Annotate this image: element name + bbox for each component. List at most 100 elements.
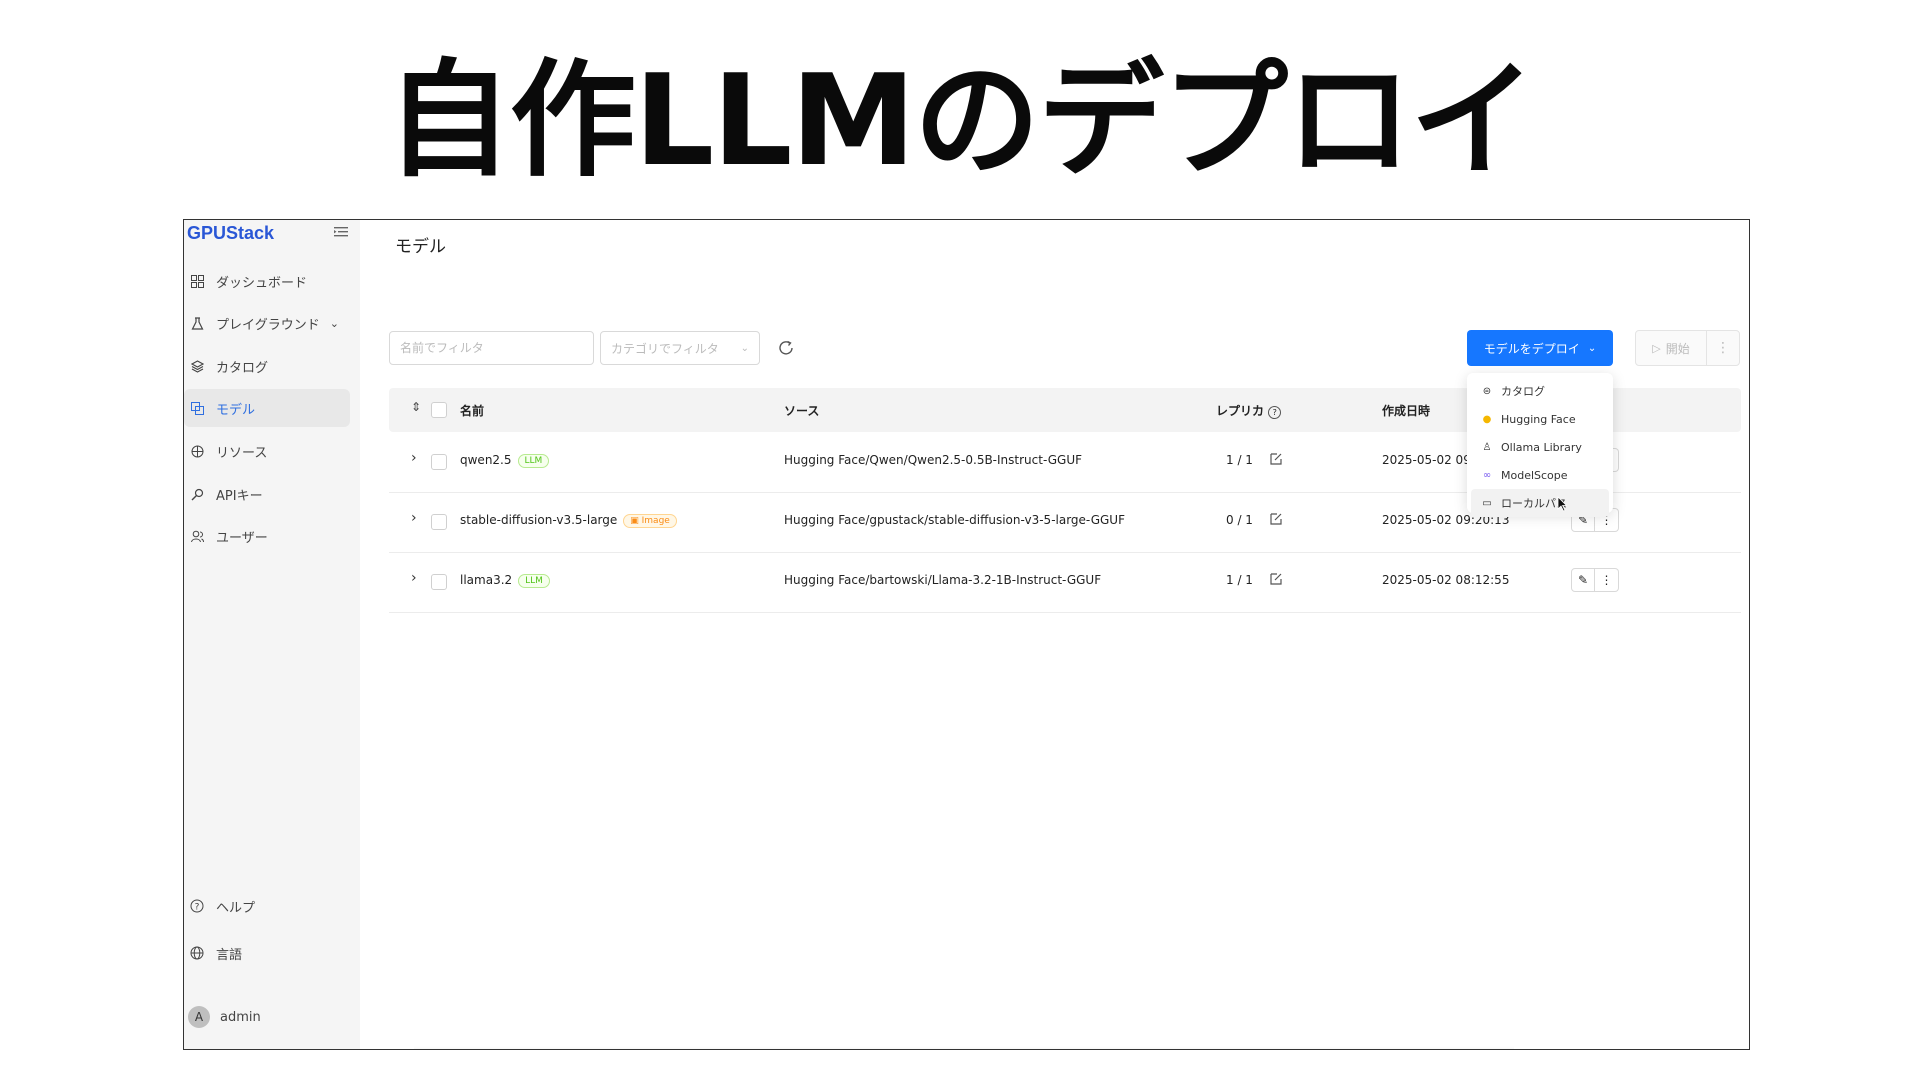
sort-icon[interactable]: ⇕: [411, 400, 421, 414]
model-type-label: Image: [641, 515, 670, 526]
chevron-down-icon: ⌄: [329, 316, 339, 330]
user-name: admin: [220, 1009, 261, 1025]
model-type-tag: ▣ Image: [623, 513, 677, 528]
table-row[interactable]: › llama3.2 LLM Hugging Face/bartowski/Lla…: [389, 552, 1741, 613]
collapse-sidebar-icon[interactable]: [334, 226, 348, 238]
menu-item-catalog[interactable]: ⊜ カタログ: [1471, 377, 1609, 405]
column-header-replicas[interactable]: レプリカ ?: [1216, 402, 1282, 419]
sidebar-item-catalog[interactable]: カタログ: [184, 347, 350, 385]
name-filter-input[interactable]: [389, 331, 594, 365]
menu-item-local-path[interactable]: ▭ ローカルパス: [1471, 489, 1609, 517]
deploy-model-button[interactable]: モデルをデプロイ ⌄: [1467, 330, 1613, 366]
model-name-cell: qwen2.5 LLM: [460, 453, 550, 468]
model-icon: [188, 399, 206, 417]
sidebar-item-label: ヘルプ: [216, 900, 256, 916]
sidebar-item-label: 言語: [216, 947, 243, 963]
replica-count: 1 / 1: [1226, 573, 1253, 587]
info-icon: ?: [1268, 406, 1282, 419]
deploy-model-label: モデルをデプロイ: [1483, 341, 1580, 356]
model-name: llama3.2: [460, 573, 513, 587]
chevron-down-icon: ⌄: [1587, 342, 1597, 354]
select-all-checkbox[interactable]: [431, 402, 447, 418]
model-name-cell: stable-diffusion-v3.5-large ▣ Image: [460, 513, 677, 528]
row-checkbox[interactable]: [431, 514, 447, 530]
model-source: Hugging Face/Qwen/Qwen2.5-0.5B-Instruct-…: [784, 453, 1083, 467]
edit-icon: ✎: [1577, 573, 1589, 587]
model-type-tag: LLM: [517, 453, 550, 468]
model-type-tag: LLM: [518, 573, 550, 588]
start-label: 開始: [1665, 341, 1690, 356]
row-checkbox[interactable]: [431, 574, 447, 590]
modelscope-icon: ∞: [1482, 469, 1492, 481]
sidebar-item-playground[interactable]: プレイグラウンド ⌄: [184, 304, 350, 342]
menu-item-label: カタログ: [1501, 385, 1545, 398]
column-header-source[interactable]: ソース: [784, 402, 819, 419]
replica-count: 0 / 1: [1226, 513, 1253, 527]
sidebar-item-help[interactable]: ? ヘルプ: [184, 887, 350, 925]
start-button[interactable]: ▷ 開始: [1635, 330, 1707, 366]
help-icon: ?: [188, 897, 206, 915]
sidebar-item-label: APIキー: [216, 488, 263, 504]
sidebar-item-label: モデル: [216, 402, 256, 418]
catalog-icon: ⊜: [1482, 385, 1492, 397]
expand-row-icon[interactable]: ›: [411, 570, 417, 586]
expand-row-icon[interactable]: ›: [411, 450, 417, 466]
more-actions-button[interactable]: ⋮: [1706, 330, 1740, 366]
users-icon: [188, 527, 206, 545]
menu-item-label: Ollama Library: [1501, 440, 1582, 454]
edit-replicas-icon[interactable]: [1269, 512, 1283, 526]
category-filter-placeholder: カテゴリでフィルタ: [611, 341, 719, 356]
edit-replicas-icon[interactable]: [1269, 572, 1283, 586]
menu-item-ollama-library[interactable]: ♙ Ollama Library: [1471, 433, 1609, 461]
column-header-name[interactable]: 名前: [460, 402, 484, 419]
sidebar-item-label: ダッシュボード: [216, 275, 308, 291]
menu-item-modelscope[interactable]: ∞ ModelScope: [1471, 461, 1609, 489]
model-source: Hugging Face/bartowski/Llama-3.2-1B-Inst…: [784, 573, 1102, 587]
sidebar-item-users[interactable]: ユーザー: [184, 517, 350, 555]
more-vertical-icon: ⋮: [1600, 573, 1613, 587]
scroll-shadow: [414, 1046, 1514, 1049]
logo-text: GPUStack: [187, 223, 275, 243]
app-logo[interactable]: GPUStack: [187, 223, 274, 244]
model-source: Hugging Face/gpustack/stable-diffusion-v…: [784, 513, 1125, 527]
menu-item-hugging-face[interactable]: ● Hugging Face: [1471, 405, 1609, 433]
more-button[interactable]: ⋮: [1595, 568, 1619, 592]
play-icon: ▷: [1652, 341, 1661, 355]
huggingface-icon: ●: [1482, 413, 1492, 425]
sidebar-item-dashboard[interactable]: ダッシュボード: [184, 262, 350, 300]
sidebar-item-language[interactable]: 言語: [184, 934, 350, 972]
flask-icon: [188, 314, 206, 332]
resource-icon: [188, 442, 206, 460]
column-header-created[interactable]: 作成日時: [1382, 402, 1430, 419]
chevron-down-icon: ⌄: [740, 342, 749, 354]
svg-text:?: ?: [195, 903, 200, 913]
sidebar-item-api-keys[interactable]: APIキー: [184, 475, 350, 513]
slide-title: 自作LLMのデプロイ: [386, 47, 1536, 194]
edit-replicas-icon[interactable]: [1269, 452, 1283, 466]
row-checkbox[interactable]: [431, 454, 447, 470]
sidebar-item-label: プレイグラウンド: [216, 317, 320, 333]
created-time: 2025-05-02 08:12:55: [1382, 573, 1510, 587]
refresh-icon[interactable]: [777, 339, 795, 357]
edit-button[interactable]: ✎: [1571, 568, 1595, 592]
user-menu[interactable]: A admin: [184, 998, 350, 1036]
ollama-icon: ♙: [1482, 441, 1492, 453]
catalog-icon: [188, 357, 206, 375]
local-path-icon: ▭: [1482, 497, 1492, 509]
dashboard-icon: [188, 272, 206, 290]
mouse-cursor-icon: [1557, 496, 1567, 512]
menu-item-label: ModelScope: [1501, 468, 1568, 482]
row-actions: ✎ ⋮: [1571, 568, 1621, 592]
category-filter-select[interactable]: カテゴリでフィルタ ⌄: [600, 331, 760, 365]
expand-row-icon[interactable]: ›: [411, 510, 417, 526]
sidebar-item-models[interactable]: モデル: [184, 389, 350, 427]
sidebar-item-label: リソース: [216, 445, 268, 461]
image-icon: ▣: [630, 515, 642, 526]
model-name: stable-diffusion-v3.5-large: [460, 513, 618, 527]
model-name: qwen2.5: [460, 453, 512, 467]
replica-count: 1 / 1: [1226, 453, 1253, 467]
sidebar-item-label: カタログ: [216, 360, 269, 376]
deploy-source-menu: ⊜ カタログ ● Hugging Face ♙ Ollama Library ∞…: [1467, 373, 1613, 517]
sidebar-item-resources[interactable]: リソース: [184, 432, 350, 470]
page-title: モデル: [395, 237, 446, 257]
